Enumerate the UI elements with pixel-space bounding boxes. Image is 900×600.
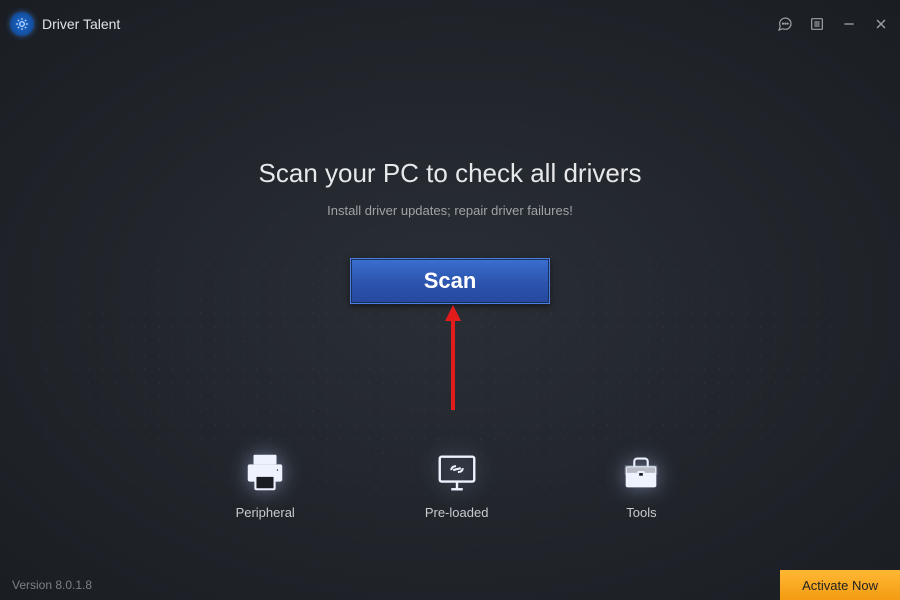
app-name: Driver Talent (42, 16, 120, 32)
feature-label: Tools (626, 505, 656, 520)
printer-icon (242, 449, 288, 495)
features-row: Peripheral Pre-loaded Tools (0, 449, 900, 520)
activate-button[interactable]: Activate Now (780, 570, 900, 600)
main-area: Scan your PC to check all drivers Instal… (0, 48, 900, 304)
red-up-arrow-annotation (445, 305, 461, 410)
scan-button[interactable]: Scan (350, 258, 550, 304)
feedback-icon[interactable] (776, 15, 794, 33)
monitor-link-icon (434, 449, 480, 495)
minimize-icon[interactable] (840, 15, 858, 33)
app-logo (10, 12, 34, 36)
close-icon[interactable] (872, 15, 890, 33)
headline: Scan your PC to check all drivers (259, 158, 642, 189)
feature-tools[interactable]: Tools (618, 449, 664, 520)
feature-label: Peripheral (236, 505, 295, 520)
menu-icon[interactable] (808, 15, 826, 33)
titlebar-left: Driver Talent (10, 12, 120, 36)
feature-label: Pre-loaded (425, 505, 489, 520)
version-text: Version 8.0.1.8 (12, 578, 92, 592)
titlebar-right (776, 15, 890, 33)
footer: Version 8.0.1.8 Activate Now (0, 570, 900, 600)
titlebar: Driver Talent (0, 0, 900, 48)
toolbox-icon (618, 449, 664, 495)
subtext: Install driver updates; repair driver fa… (327, 203, 573, 218)
feature-preloaded[interactable]: Pre-loaded (425, 449, 489, 520)
feature-peripheral[interactable]: Peripheral (236, 449, 295, 520)
